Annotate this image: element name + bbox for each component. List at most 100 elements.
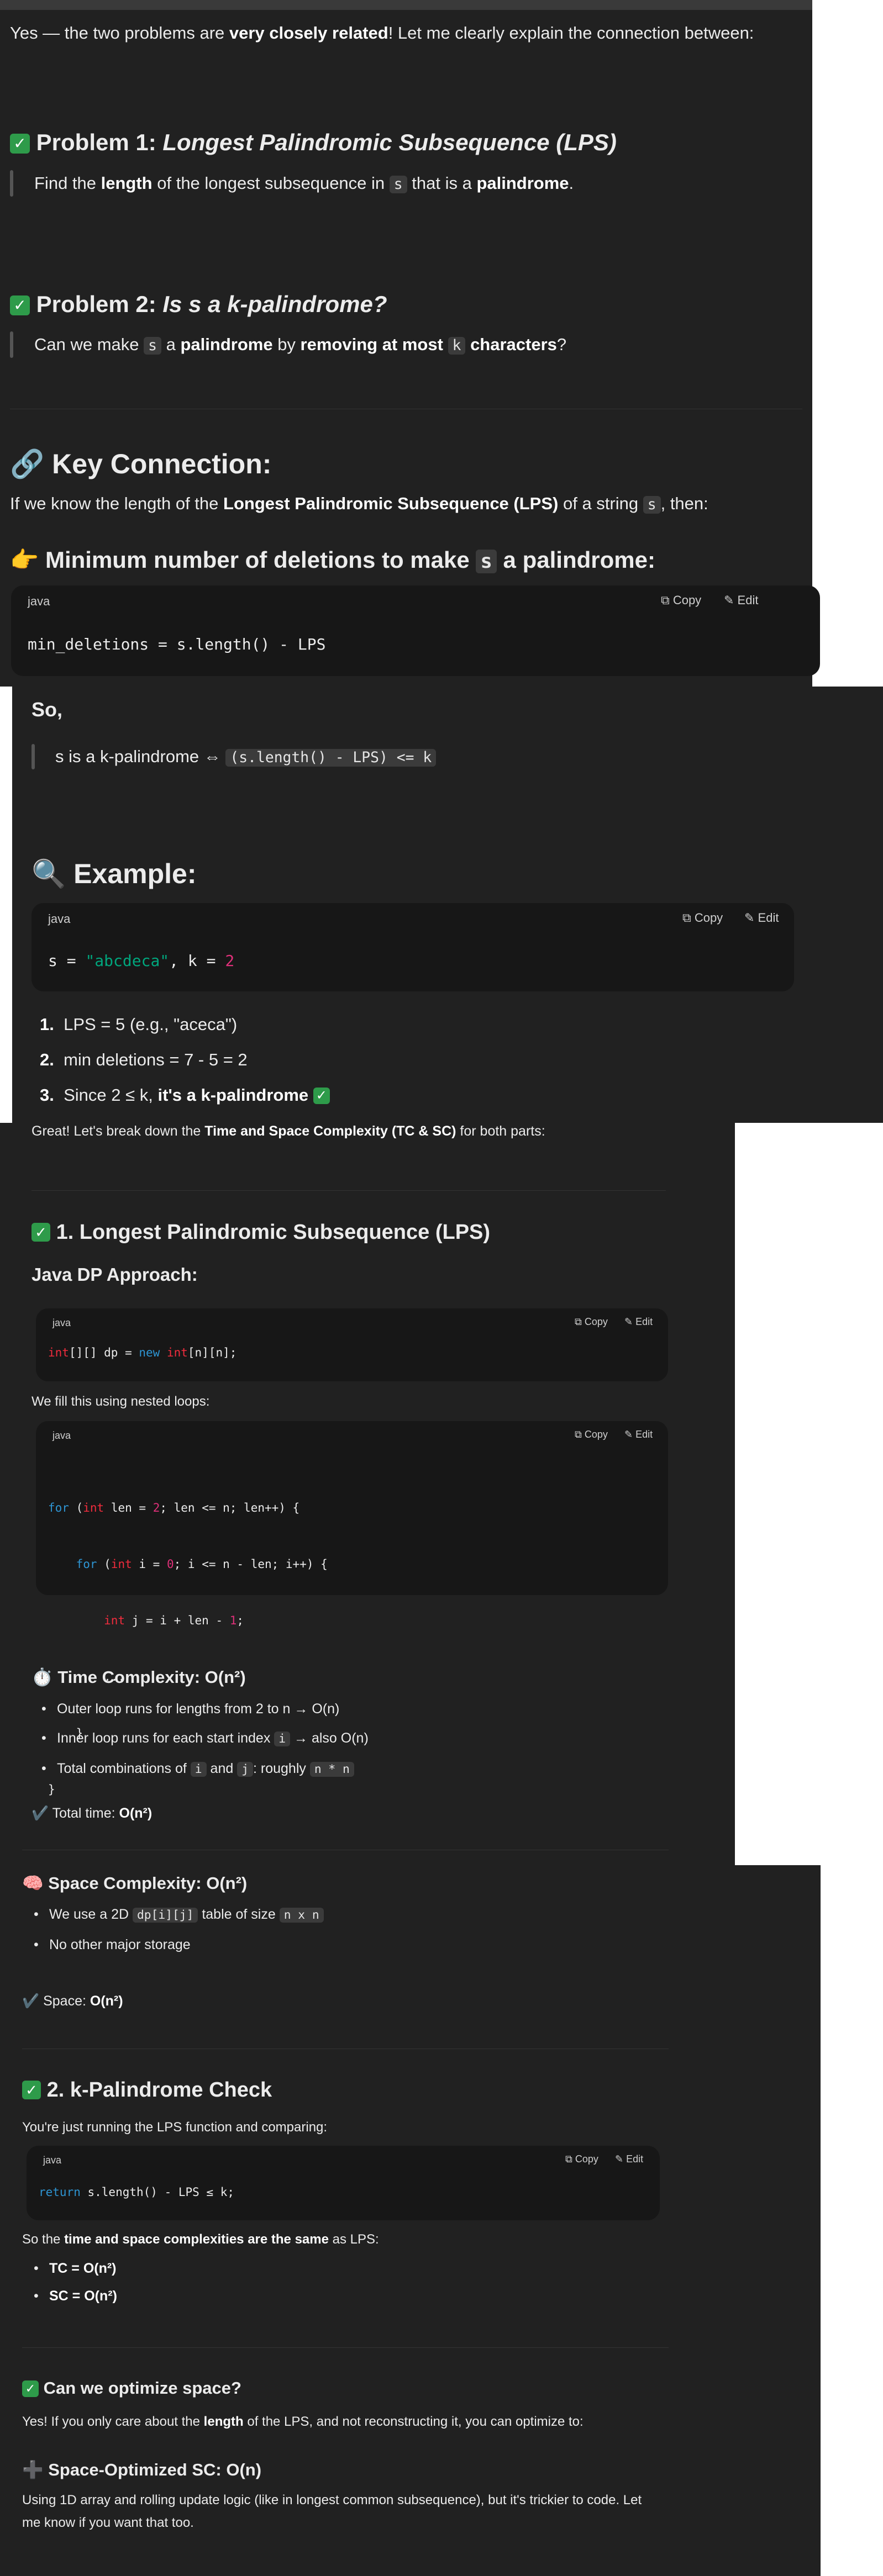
pointing-hand-icon: 👉 <box>10 547 39 573</box>
check-icon: ✓ <box>31 1223 50 1242</box>
code-block-example: java ⧉ Copy ✎ Edit s = "abcdeca", k = 2 <box>31 903 794 991</box>
problem2-heading: ✓ Problem 2: Is s a k-palindrome? <box>10 289 387 320</box>
copy-button[interactable]: ⧉ Copy <box>575 1429 608 1440</box>
response-panel-3: Great! Let's break down the Time and Spa… <box>0 1123 735 1865</box>
edit-button[interactable]: ✎ Edit <box>615 2153 643 2165</box>
time-bullets: Outer loop runs for lengths from 2 to n … <box>41 1699 369 1780</box>
code-block-dp: java ⧉ Copy ✎ Edit int[][] dp = new int[… <box>36 1308 668 1381</box>
copy-button[interactable]: ⧉ Copy <box>575 1316 608 1328</box>
check-icon: ✓ <box>22 2380 39 2397</box>
code-line: s = "abcdeca", k = 2 <box>48 952 235 970</box>
copy-button[interactable]: ⧉ Copy <box>565 2153 598 2165</box>
copy-button[interactable]: ⧉ Copy <box>682 911 723 925</box>
plus-icon: ➕ <box>22 2460 44 2479</box>
list-item: Inner loop runs for each start index i →… <box>41 1728 369 1749</box>
section1-subheading: Java DP Approach: <box>31 1264 198 1285</box>
quote-bar <box>31 744 35 769</box>
quote-bar <box>10 331 13 358</box>
quote-bar <box>10 170 13 197</box>
edit-icon: ✎ <box>744 911 758 925</box>
brain-icon: 🧠 <box>22 1873 44 1893</box>
edit-button[interactable]: ✎ Edit <box>624 1316 653 1328</box>
edit-icon: ✎ <box>615 2153 627 2165</box>
list-item: No other major storage <box>34 1935 324 1955</box>
edit-icon: ✎ <box>624 1316 636 1327</box>
code-language-label: java <box>43 2155 62 2166</box>
check-icon: ✓ <box>10 295 30 315</box>
copy-icon: ⧉ <box>575 1429 585 1440</box>
code-block-min-deletions: java ⧉ Copy ✎ Edit min_deletions = s.len… <box>11 585 820 676</box>
so-heading: So, <box>31 698 63 721</box>
code-body: for (int len = 2; len <= n; len++) { for… <box>48 1461 328 1836</box>
problem1-heading: ✓ Problem 1: Longest Palindromic Subsequ… <box>10 127 617 158</box>
optimize-paragraph-line2: me know if you want that too. <box>22 2515 194 2530</box>
response-panel-2: So, s is a k-palindrome ⇔ (s.length() - … <box>12 687 883 1123</box>
check-icon: ✓ <box>313 1088 330 1104</box>
edit-icon: ✎ <box>624 1429 636 1440</box>
copy-icon: ⧉ <box>682 911 695 925</box>
check-icon: ✓ <box>10 134 30 154</box>
copy-icon: ⧉ <box>661 593 673 607</box>
list-item: We use a 2D dp[i][j] table of size n x n <box>34 1904 324 1925</box>
code-language-label: java <box>48 912 71 926</box>
connection-heading: 🔗 Key Connection: <box>10 448 272 479</box>
intro-text: Yes — the two problems are very closely … <box>10 23 754 43</box>
optimized-subheading: ➕ Space-Optimized SC: O(n) <box>22 2460 262 2479</box>
code-line: return s.length() - LPS ≤ k; <box>39 2186 235 2199</box>
example-step-1: 1. LPS = 5 (e.g., "aceca") <box>40 1015 238 1034</box>
response-panel-4: 🧠 Space Complexity: O(n²) We use a 2D dp… <box>0 1850 821 2576</box>
list-item: Total combinations of i and j: roughly n… <box>41 1759 369 1780</box>
optimize-heading: ✓ Can we optimize space? <box>22 2374 241 2402</box>
checkmark-icon: ✔️ <box>31 1806 49 1821</box>
code-language-label: java <box>28 594 50 608</box>
top-bar <box>0 0 812 10</box>
problem1-question: Find the length of the longest subsequen… <box>34 173 574 193</box>
code-line: int j = i + len - 1; <box>104 1614 244 1627</box>
fill-text: We fill this using nested loops: <box>31 1394 210 1409</box>
list-item: Outer loop runs for lengths from 2 to n … <box>41 1699 369 1719</box>
copy-button[interactable]: ⧉ Copy <box>661 593 701 608</box>
section2-bullets: TC = O(n²) SC = O(n²) <box>34 2258 117 2306</box>
space-heading: 🧠 Space Complexity: O(n²) <box>22 1873 248 1893</box>
problem2-question: Can we make s a palindrome by removing a… <box>34 335 567 355</box>
optimize-text: Yes! If you only care about the length o… <box>22 2414 584 2429</box>
copy-icon: ⧉ <box>575 1316 585 1327</box>
space-total: ✔️ Space: O(n²) <box>22 1993 123 2009</box>
code-line: for (int i = 0; i <= n - len; i++) { <box>76 1558 328 1571</box>
code-line: min_deletions = s.length() - LPS <box>28 635 326 653</box>
link-icon: 🔗 <box>10 448 45 479</box>
connection-text: If we know the length of the Longest Pal… <box>10 494 708 514</box>
section2-intro: You're just running the LPS function and… <box>22 2120 328 2135</box>
edit-button[interactable]: ✎ Edit <box>744 911 779 925</box>
check-icon: ✓ <box>22 2081 41 2099</box>
stopwatch-icon: ⏱️ <box>31 1667 53 1687</box>
time-heading: ⏱️ Time Complexity: O(n²) <box>31 1667 246 1687</box>
magnifier-icon: 🔍 <box>31 858 66 889</box>
list-item: SC = O(n²) <box>34 2286 117 2306</box>
space-bullets: We use a 2D dp[i][j] table of size n x n… <box>34 1904 324 1955</box>
code-language-label: java <box>52 1430 71 1441</box>
list-item: TC = O(n²) <box>34 2258 117 2278</box>
code-line: } <box>48 1783 55 1796</box>
edit-icon: ✎ <box>724 593 738 607</box>
code-block-check: java ⧉ Copy ✎ Edit return s.length() - L… <box>27 2146 660 2220</box>
example-heading: 🔍 Example: <box>31 858 197 889</box>
optimize-paragraph-line1: Using 1D array and rolling update logic … <box>22 2493 642 2508</box>
edit-button[interactable]: ✎ Edit <box>624 1429 653 1440</box>
code-line: int[][] dp = new int[n][n]; <box>48 1346 237 1359</box>
divider <box>22 2347 669 2348</box>
response-panel-1: Yes — the two problems are very closely … <box>0 10 820 687</box>
code-language-label: java <box>52 1317 71 1328</box>
example-step-2: 2. min deletions = 7 - 5 = 2 <box>40 1050 248 1069</box>
copy-icon: ⧉ <box>565 2153 575 2165</box>
section2-summary: So the time and space complexities are t… <box>22 2232 379 2247</box>
section1-heading: ✓ 1. Longest Palindromic Subsequence (LP… <box>31 1218 490 1246</box>
code-block-loops: java ⧉ Copy ✎ Edit for (int len = 2; len… <box>36 1421 668 1796</box>
code-line: for (int len = 2; len <= n; len++) { <box>48 1501 300 1514</box>
tc-intro: Great! Let's break down the Time and Spa… <box>31 1123 545 1139</box>
divider <box>31 1190 666 1191</box>
section2-heading: ✓ 2. k-Palindrome Check <box>22 2076 272 2104</box>
checkmark-icon: ✔️ <box>22 1993 40 2009</box>
edit-button[interactable]: ✎ Edit <box>724 593 758 608</box>
min-deletions-heading: 👉 Minimum number of deletions to make s … <box>10 547 655 573</box>
